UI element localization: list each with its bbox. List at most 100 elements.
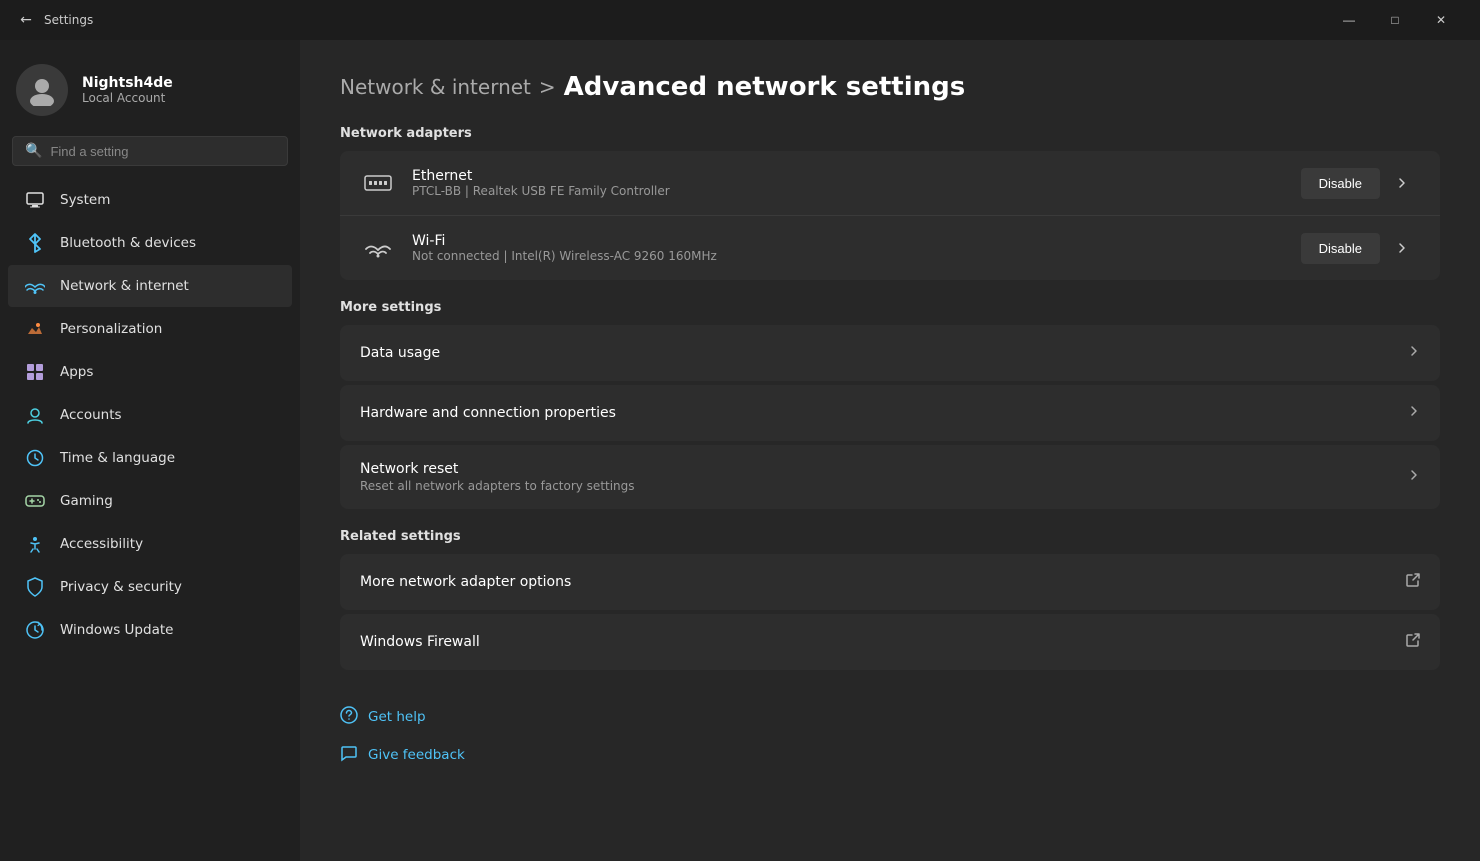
breadcrumb-parent[interactable]: Network & internet — [340, 75, 531, 99]
maximize-button[interactable]: □ — [1372, 0, 1418, 40]
search-icon: 🔍 — [25, 143, 42, 159]
network-adapters-heading: Network adapters — [340, 126, 1440, 141]
time-icon — [24, 447, 46, 469]
sidebar-item-label-time: Time & language — [60, 450, 175, 466]
system-icon — [24, 189, 46, 211]
sidebar-nav: System Bluetooth & devices — [0, 179, 300, 651]
ethernet-disable-button[interactable]: Disable — [1301, 168, 1380, 199]
sidebar-item-label-personalization: Personalization — [60, 321, 162, 337]
wifi-chevron-button[interactable] — [1384, 230, 1420, 266]
network-icon — [24, 275, 46, 297]
give-feedback-icon — [340, 744, 358, 766]
sidebar-item-accounts[interactable]: Accounts — [8, 394, 292, 436]
page-title: Advanced network settings — [564, 72, 966, 102]
network-reset-chevron — [1408, 469, 1420, 485]
privacy-icon — [24, 576, 46, 598]
sidebar-item-network[interactable]: Network & internet — [8, 265, 292, 307]
bluetooth-icon — [24, 232, 46, 254]
more-adapter-options-row[interactable]: More network adapter options — [340, 554, 1440, 610]
adapters-card: Ethernet PTCL-BB | Realtek USB FE Family… — [340, 151, 1440, 280]
sidebar-item-label-apps: Apps — [60, 364, 93, 380]
app-container: Nightsh4de Local Account 🔍 System — [0, 40, 1480, 861]
sidebar-item-label-gaming: Gaming — [60, 493, 113, 509]
sidebar-item-time[interactable]: Time & language — [8, 437, 292, 479]
wifi-row: Wi-Fi Not connected | Intel(R) Wireless-… — [340, 215, 1440, 280]
sidebar-item-label-accessibility: Accessibility — [60, 536, 143, 552]
ethernet-info: Ethernet PTCL-BB | Realtek USB FE Family… — [412, 168, 1285, 198]
sidebar: Nightsh4de Local Account 🔍 System — [0, 40, 300, 861]
network-reset-title: Network reset — [360, 461, 1408, 477]
give-feedback-link[interactable]: Give feedback — [340, 740, 1440, 770]
hardware-props-info: Hardware and connection properties — [360, 405, 1408, 421]
window-controls: — □ ✕ — [1326, 0, 1464, 40]
windows-firewall-external-icon — [1406, 633, 1420, 651]
search-container: 🔍 — [0, 136, 300, 178]
network-reset-row[interactable]: Network reset Reset all network adapters… — [340, 445, 1440, 509]
sidebar-item-label-windows-update: Windows Update — [60, 622, 173, 638]
apps-icon — [24, 361, 46, 383]
search-input[interactable] — [50, 144, 275, 159]
ethernet-row: Ethernet PTCL-BB | Realtek USB FE Family… — [340, 151, 1440, 215]
breadcrumb: Network & internet > Advanced network se… — [340, 72, 1440, 102]
search-box: 🔍 — [12, 136, 288, 166]
sidebar-item-system[interactable]: System — [8, 179, 292, 221]
get-help-label: Get help — [368, 709, 426, 725]
data-usage-title: Data usage — [360, 345, 1408, 361]
wifi-info: Wi-Fi Not connected | Intel(R) Wireless-… — [412, 233, 1285, 263]
personalization-icon — [24, 318, 46, 340]
get-help-link[interactable]: Get help — [340, 702, 1440, 732]
main-content: Network & internet > Advanced network se… — [300, 40, 1480, 861]
profile-subtitle: Local Account — [82, 91, 173, 105]
data-usage-chevron — [1408, 345, 1420, 361]
windows-firewall-info: Windows Firewall — [360, 634, 1406, 650]
minimize-button[interactable]: — — [1326, 0, 1372, 40]
wifi-name: Wi-Fi — [412, 233, 1285, 249]
sidebar-item-gaming[interactable]: Gaming — [8, 480, 292, 522]
sidebar-item-apps[interactable]: Apps — [8, 351, 292, 393]
sidebar-item-privacy[interactable]: Privacy & security — [8, 566, 292, 608]
profile-info: Nightsh4de Local Account — [82, 75, 173, 105]
sidebar-item-personalization[interactable]: Personalization — [8, 308, 292, 350]
close-button[interactable]: ✕ — [1418, 0, 1464, 40]
windows-update-icon — [24, 619, 46, 641]
windows-firewall-title: Windows Firewall — [360, 634, 1406, 650]
more-settings-heading: More settings — [340, 300, 1440, 315]
network-adapters-section: Network adapters Ethernet — [340, 126, 1440, 280]
more-adapter-options-info: More network adapter options — [360, 574, 1406, 590]
more-settings-section: More settings Data usage Hardware and co… — [340, 300, 1440, 509]
ethernet-name: Ethernet — [412, 168, 1285, 184]
hardware-props-title: Hardware and connection properties — [360, 405, 1408, 421]
more-adapter-options-title: More network adapter options — [360, 574, 1406, 590]
sidebar-item-label-bluetooth: Bluetooth & devices — [60, 235, 196, 251]
titlebar: ← Settings — □ ✕ — [0, 0, 1480, 40]
sidebar-item-label-accounts: Accounts — [60, 407, 122, 423]
hardware-props-row[interactable]: Hardware and connection properties — [340, 385, 1440, 441]
network-reset-subtitle: Reset all network adapters to factory se… — [360, 479, 1408, 493]
sidebar-item-bluetooth[interactable]: Bluetooth & devices — [8, 222, 292, 264]
more-adapter-options-external-icon — [1406, 573, 1420, 591]
breadcrumb-separator: > — [539, 75, 556, 99]
network-reset-info: Network reset Reset all network adapters… — [360, 461, 1408, 493]
wifi-icon — [360, 230, 396, 266]
sidebar-item-label-privacy: Privacy & security — [60, 579, 182, 595]
sidebar-item-label-network: Network & internet — [60, 278, 189, 294]
windows-firewall-row[interactable]: Windows Firewall — [340, 614, 1440, 670]
profile-area[interactable]: Nightsh4de Local Account — [0, 40, 300, 136]
back-button[interactable]: ← — [16, 10, 36, 30]
sidebar-item-accessibility[interactable]: Accessibility — [8, 523, 292, 565]
ethernet-icon — [360, 165, 396, 201]
gaming-icon — [24, 490, 46, 512]
avatar — [16, 64, 68, 116]
wifi-disable-button[interactable]: Disable — [1301, 233, 1380, 264]
ethernet-chevron-button[interactable] — [1384, 165, 1420, 201]
related-settings-heading: Related settings — [340, 529, 1440, 544]
sidebar-item-windows-update[interactable]: Windows Update — [8, 609, 292, 651]
window-title: Settings — [44, 13, 93, 27]
give-feedback-label: Give feedback — [368, 747, 465, 763]
data-usage-row[interactable]: Data usage — [340, 325, 1440, 381]
sidebar-item-label-system: System — [60, 192, 110, 208]
data-usage-info: Data usage — [360, 345, 1408, 361]
ethernet-actions: Disable — [1301, 165, 1420, 201]
accessibility-icon — [24, 533, 46, 555]
get-help-icon — [340, 706, 358, 728]
